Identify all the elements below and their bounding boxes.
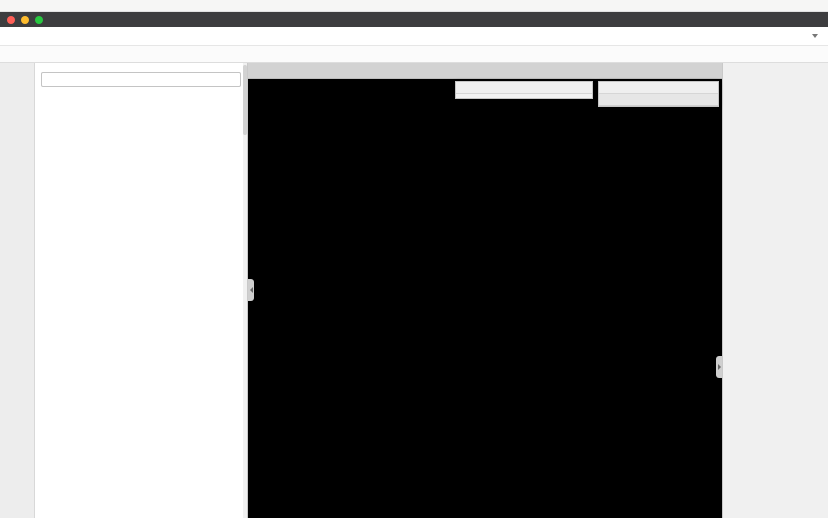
document-tabstrip — [248, 63, 722, 79]
pcb-canvas-area — [248, 63, 722, 518]
filter-input[interactable] — [46, 74, 236, 85]
project-panel-header — [35, 63, 247, 69]
macos-menu-bar — [0, 0, 828, 12]
window-title-bar — [0, 12, 828, 27]
main-toolbar — [0, 46, 828, 63]
collapse-left-panel-handle[interactable] — [248, 279, 254, 301]
layers-objects-panel — [598, 81, 719, 107]
easyeda-logo[interactable] — [6, 35, 10, 38]
properties-panel — [722, 63, 828, 518]
project-panel-scrollbar[interactable] — [243, 63, 247, 518]
fullscreen-window-button[interactable] — [35, 16, 43, 24]
collapse-right-panel-handle[interactable] — [716, 356, 722, 378]
app-header — [0, 27, 828, 46]
project-panel — [35, 63, 248, 518]
filter-box — [41, 72, 241, 87]
application-window — [0, 0, 828, 518]
pcb-canvas[interactable] — [248, 79, 722, 518]
pcb-tools-panel — [455, 81, 593, 99]
minimize-window-button[interactable] — [21, 16, 29, 24]
close-window-button[interactable] — [7, 16, 15, 24]
main-area — [0, 63, 828, 518]
user-menu-caret-icon[interactable] — [812, 34, 818, 38]
left-sidebar-rail — [0, 63, 35, 518]
